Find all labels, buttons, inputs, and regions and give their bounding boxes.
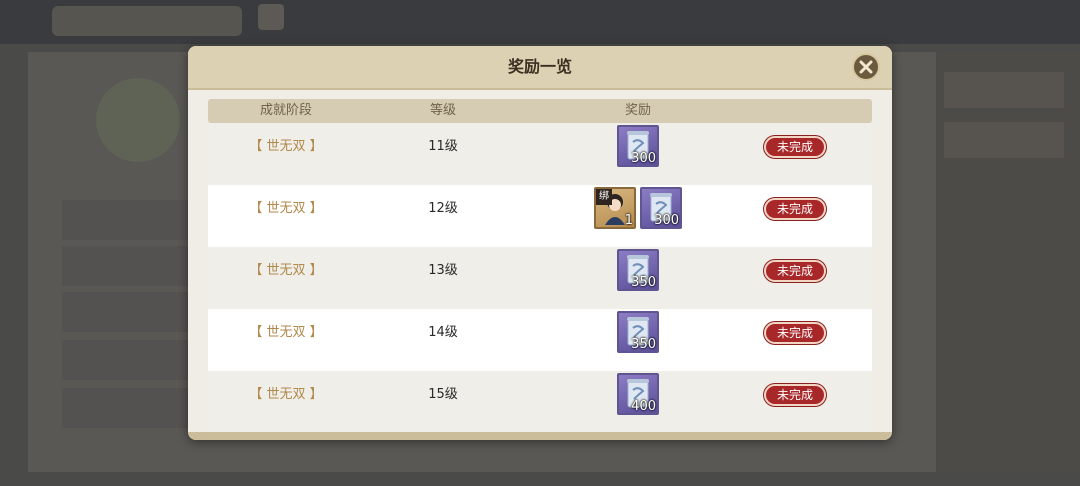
level-label: 11级 [428,139,458,154]
dialog-header: 奖励一览 [188,46,892,90]
reward-quantity: 1 [624,213,633,228]
reward-table: 【 世无双 】 11级 300 未完成 【 世无双 】 12级 绑 1 300 … [208,123,872,433]
status-badge: 未完成 [764,136,826,158]
table-header: 成就阶段 等级 奖励 [208,99,872,123]
background-block [62,340,192,380]
bound-tag: 绑 [596,189,612,205]
background-block [62,200,192,240]
reward-items: 300 [508,125,768,169]
level-label: 14级 [428,325,458,340]
reward-items: 绑 1 300 [508,187,768,231]
level-label: 15级 [428,387,458,402]
reward-items: 350 [508,249,768,293]
column-header-level: 等级 [429,103,456,118]
status-badge: 未完成 [764,384,826,406]
table-row: 【 世无双 】 11级 300 未完成 [208,123,872,185]
reward-item[interactable]: 绑 1 [594,187,636,229]
reward-quantity: 400 [631,399,656,414]
background-block [62,246,192,286]
status-badge: 未完成 [764,322,826,344]
stage-label: 【 世无双 】 [249,263,323,278]
table-row: 【 世无双 】 14级 350 未完成 [208,309,872,371]
close-button[interactable] [852,53,880,81]
background-block [62,388,192,428]
background-icon [258,4,284,30]
background-pill [52,6,242,36]
status-badge: 未完成 [764,260,826,282]
reward-quantity: 350 [631,337,656,352]
dialog-footer-bar [188,432,892,440]
reward-item[interactable]: 350 [617,311,659,353]
reward-list-dialog: 奖励一览 成就阶段 等级 奖励 【 世无双 】 11级 300 未完成 【 世无… [188,46,892,440]
reward-item[interactable]: 400 [617,373,659,415]
level-label: 13级 [428,263,458,278]
reward-item[interactable]: 300 [640,187,682,229]
table-row: 【 世无双 】 13级 350 未完成 [208,247,872,309]
close-icon [859,60,873,74]
background-avatar [96,78,180,162]
stage-label: 【 世无双 】 [249,201,323,216]
stage-label: 【 世无双 】 [249,387,323,402]
reward-items: 350 [508,311,768,355]
stage-label: 【 世无双 】 [249,139,323,154]
background-block [944,122,1064,158]
column-header-reward: 奖励 [624,103,651,118]
reward-quantity: 300 [654,213,679,228]
reward-quantity: 300 [631,151,656,166]
reward-item[interactable]: 300 [617,125,659,167]
column-header-stage: 成就阶段 [259,103,312,118]
background-block [944,72,1064,108]
background-right-panel [938,52,1080,472]
table-row: 【 世无双 】 12级 绑 1 300 未完成 [208,185,872,247]
table-row: 【 世无双 】 15级 400 未完成 [208,371,872,433]
stage-label: 【 世无双 】 [249,325,323,340]
dialog-title: 奖励一览 [507,57,572,76]
background-block [62,292,192,332]
level-label: 12级 [428,201,458,216]
reward-items: 400 [508,373,768,417]
reward-quantity: 350 [631,275,656,290]
reward-item[interactable]: 350 [617,249,659,291]
background-top-bar [0,0,1080,44]
status-badge: 未完成 [764,198,826,220]
